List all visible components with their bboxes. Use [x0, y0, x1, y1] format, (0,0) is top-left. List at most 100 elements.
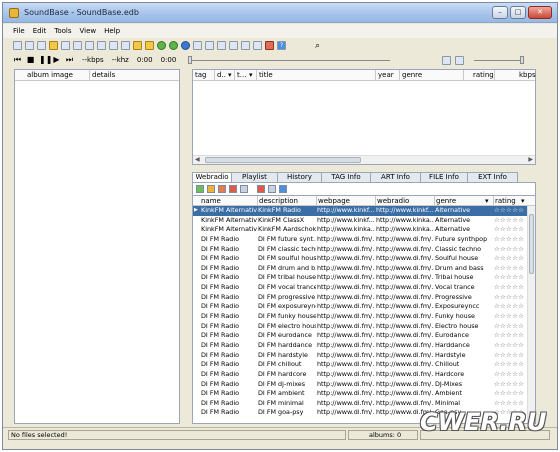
view-list-icon[interactable] [73, 41, 82, 50]
panel-2-icon[interactable] [205, 41, 214, 50]
scroll-thumb[interactable] [529, 214, 534, 274]
prev-icon[interactable]: ⏮ [13, 55, 22, 65]
col-tag[interactable]: tag [195, 71, 206, 79]
table-row[interactable]: KinkFM Alternativ... KinkFM Aardschok http… [193, 225, 529, 235]
tab-history[interactable]: History [277, 172, 322, 182]
view-details-icon[interactable] [97, 41, 106, 50]
properties-icon[interactable] [268, 185, 276, 193]
play-icon[interactable]: ▶ [52, 55, 61, 65]
menu-edit[interactable]: Edit [33, 27, 47, 35]
vertical-splitter[interactable] [184, 69, 187, 424]
sync-icon[interactable] [169, 41, 178, 50]
delete-icon[interactable] [257, 185, 265, 193]
table-row[interactable]: DI FM Radio DI FM electro house http://www… [193, 322, 529, 332]
settings-icon[interactable] [61, 41, 70, 50]
pause-icon[interactable]: ❚❚ [39, 55, 52, 65]
tab-playlist[interactable]: Playlist [231, 172, 278, 182]
table-row[interactable]: DI FM Radio DI FM dj-mixes http://www.di.f… [193, 380, 529, 390]
table-row[interactable]: DI FM Radio DI FM future synt... http://ww… [193, 235, 529, 245]
table-row[interactable]: DI FM Radio DI FM minimal http://www.di.fm… [193, 399, 529, 409]
table-row[interactable]: DI FM Radio DI FM tribal house http://www.… [193, 273, 529, 283]
title-bar[interactable]: SoundBase - SoundBase.edb – □ ✕ [3, 3, 557, 23]
panel-6-icon[interactable] [253, 41, 262, 50]
table-row[interactable]: DI FM Radio DI FM vocal trance http://www.… [193, 283, 529, 293]
volume-handle[interactable] [520, 55, 525, 64]
add-station-icon[interactable] [196, 185, 204, 193]
scroll-right-icon[interactable]: ▶ [528, 156, 533, 163]
col-rating[interactable]: rating [495, 197, 516, 205]
tab-tag-info[interactable]: TAG Info [321, 172, 371, 182]
menu-tools[interactable]: Tools [54, 27, 71, 35]
table-row[interactable]: DI FM RadioDI FM classic technohttp://ww… [193, 245, 529, 255]
col-album-image[interactable]: album image [27, 71, 73, 79]
import-icon[interactable] [218, 185, 226, 193]
table-row[interactable]: DI FM Radio DI FM harddance http://www.di.… [193, 341, 529, 351]
menu-file[interactable]: File [13, 27, 25, 35]
col-webradio[interactable]: webradio [377, 197, 409, 205]
tab-ext-info[interactable]: EXT Info [467, 172, 518, 182]
tab-art-info[interactable]: ART Info [370, 172, 421, 182]
panel-1-icon[interactable] [193, 41, 202, 50]
col-disc[interactable]: d.. [217, 71, 226, 79]
table-row[interactable]: DI FM Radio DI FM hardcore http://www.di.f… [193, 370, 529, 380]
table-row[interactable]: DI FM Radio DI FM exposureyncc http://www.… [193, 302, 529, 312]
volume-slider[interactable] [474, 55, 525, 64]
col-year[interactable]: year [378, 71, 394, 79]
col-genre[interactable]: genre [436, 197, 456, 205]
edit-station-icon[interactable] [207, 185, 215, 193]
scroll-left-icon[interactable]: ◀ [195, 156, 200, 163]
col-name[interactable]: name [201, 197, 221, 205]
copy-icon[interactable] [240, 185, 248, 193]
col-track[interactable]: t... [237, 71, 246, 79]
tag-edit-icon[interactable] [265, 41, 274, 50]
col-details[interactable]: details [92, 71, 115, 79]
maximize-button[interactable]: □ [510, 6, 526, 19]
scroll-thumb[interactable] [205, 157, 361, 163]
col-webpage[interactable]: webpage [318, 197, 350, 205]
tab-file-info[interactable]: FILE Info [420, 172, 468, 182]
col-genre[interactable]: genre [402, 71, 422, 79]
table-row[interactable]: KinkFM Alternativ... KinkFM ClassX http://… [193, 216, 529, 226]
panel-3-icon[interactable] [217, 41, 226, 50]
view-grid-icon[interactable] [85, 41, 94, 50]
view-tiles-icon[interactable] [109, 41, 118, 50]
table-row[interactable]: DI FM Radio DI FM funky house http://www.d… [193, 312, 529, 322]
globe-icon[interactable] [181, 41, 190, 50]
table-row[interactable]: DI FM Radio DI FM hardstyle http://www.di.… [193, 351, 529, 361]
table-row[interactable]: DI FM Radio DI FM eurodance http://www.di.… [193, 331, 529, 341]
close-button[interactable]: ✕ [528, 6, 552, 19]
col-description[interactable]: description [259, 197, 298, 205]
seek-handle[interactable] [188, 55, 193, 64]
stop-icon[interactable]: ■ [26, 55, 35, 65]
save-icon[interactable] [37, 41, 46, 50]
view-thumbs-icon[interactable] [121, 41, 130, 50]
help-icon[interactable]: ? [277, 41, 286, 50]
folder-open-icon[interactable] [49, 41, 58, 50]
table-row[interactable]: DI FM Radio DI FM drum and b... http://www… [193, 264, 529, 274]
menu-help[interactable]: Help [104, 27, 120, 35]
minimize-button[interactable]: – [492, 6, 508, 19]
next-icon[interactable]: ⏭ [65, 55, 74, 65]
col-kbps[interactable]: kbps [519, 71, 536, 79]
open-icon[interactable] [25, 41, 34, 50]
folder-add-icon[interactable] [145, 41, 154, 50]
seek-slider[interactable] [188, 55, 391, 64]
table-row[interactable]: DI FM Radio DI FM chillout http://www.di.f… [193, 360, 529, 370]
vertical-scrollbar[interactable] [527, 206, 535, 423]
table-row[interactable]: DI FM Radio DI FM soulful house http://www… [193, 254, 529, 264]
menu-view[interactable]: View [80, 27, 97, 35]
search-icon[interactable]: ⌕ [315, 41, 320, 51]
table-row[interactable]: ▶ KinkFM Alternativ... KinkFM Radio http://… [193, 206, 529, 216]
new-icon[interactable] [13, 41, 22, 50]
panel-5-icon[interactable] [241, 41, 250, 50]
col-title[interactable]: title [259, 71, 273, 79]
table-row[interactable]: DI FM Radio DI FM progressive http://www.d… [193, 293, 529, 303]
panel-4-icon[interactable] [229, 41, 238, 50]
table-row[interactable]: DI FM Radio DI FM ambient http://www.di.fm… [193, 389, 529, 399]
col-rating[interactable]: rating [473, 71, 494, 79]
volume-icon[interactable] [455, 55, 465, 65]
horizontal-scrollbar[interactable]: ◀ ▶ [193, 155, 535, 164]
refresh-icon[interactable] [157, 41, 166, 50]
playlist-icon[interactable] [442, 55, 452, 65]
play-station-icon[interactable] [279, 185, 287, 193]
